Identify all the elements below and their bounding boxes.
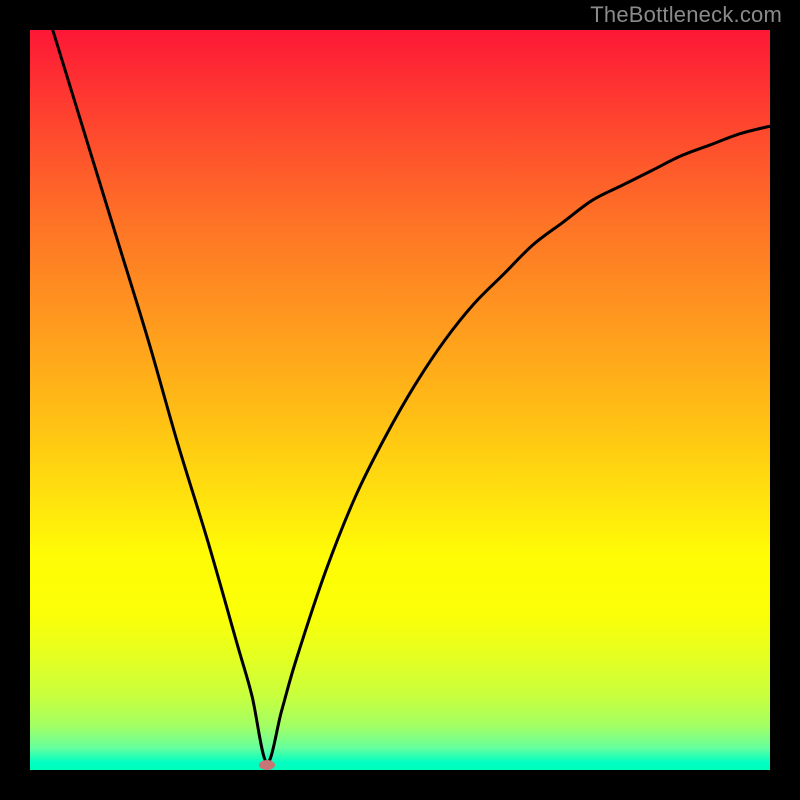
- chart-container: TheBottleneck.com: [0, 0, 800, 800]
- bottleneck-curve: [30, 30, 770, 770]
- watermark-text: TheBottleneck.com: [590, 2, 782, 28]
- optimal-point-marker: [259, 760, 275, 770]
- curve-path: [30, 30, 770, 763]
- plot-area: [30, 30, 770, 770]
